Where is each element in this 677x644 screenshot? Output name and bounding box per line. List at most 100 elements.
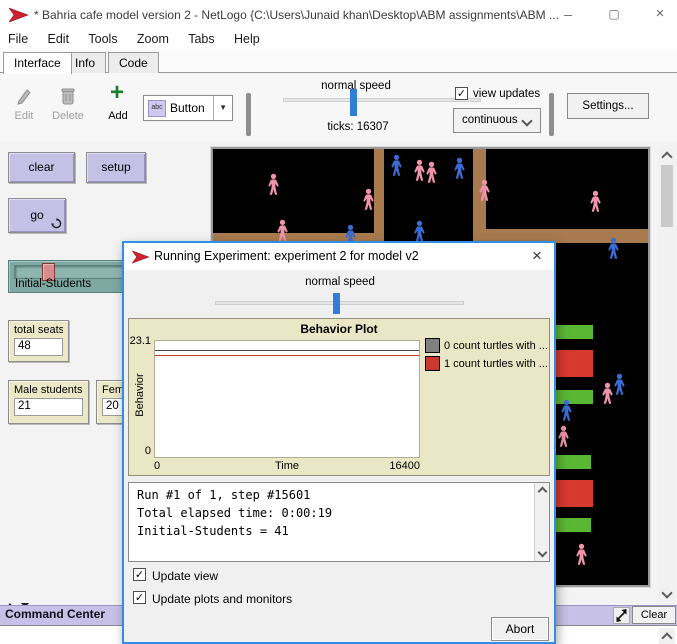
dialog-speed-label: normal speed [285, 276, 395, 288]
monitor-value: 48 [14, 338, 63, 356]
command-clear-button[interactable]: Clear [632, 606, 676, 624]
run-output-box[interactable]: Run #1 of 1, step #15601Total elapsed ti… [128, 482, 550, 562]
ticks-counter: ticks: 16307 [298, 121, 418, 133]
monitor-label: Male students [14, 384, 83, 396]
setup-button[interactable]: setup [86, 152, 146, 183]
minimize-button[interactable]: – [552, 0, 584, 30]
legend-label: 1 count turtles with ... [444, 358, 548, 370]
dialog-title-bar: Running Experiment: experiment 2 for mod… [124, 243, 554, 270]
person-male [612, 373, 627, 397]
settings-button[interactable]: Settings... [567, 93, 649, 119]
go-button[interactable]: go [8, 198, 66, 233]
y-axis-label: Behavior [134, 360, 146, 430]
forever-loop-icon [51, 218, 62, 229]
speed-slider-thumb[interactable] [350, 89, 357, 116]
person-female [574, 543, 589, 567]
menu-file[interactable]: File [0, 30, 36, 48]
scroll-down-button[interactable] [659, 586, 675, 602]
update-view-label: Update view [152, 569, 218, 583]
toolbar-separator [246, 93, 251, 136]
chevron-down-icon [521, 115, 532, 126]
netlogo-logo-icon [132, 250, 150, 264]
close-button[interactable]: × [644, 0, 676, 30]
edit-tool-label[interactable]: Edit [2, 110, 46, 122]
run-output-text: Run #1 of 1, step #15601Total elapsed ti… [137, 486, 531, 540]
update-mode-select[interactable]: continuous [453, 108, 541, 133]
scroll-up-button[interactable] [659, 147, 675, 163]
experiment-dialog: Running Experiment: experiment 2 for mod… [122, 241, 556, 644]
person-female [424, 161, 439, 185]
person-male [389, 154, 404, 178]
widget-type-dropdown[interactable]: abc Button ▼ [143, 95, 233, 121]
dialog-speed-thumb[interactable] [333, 293, 340, 314]
legend-entry-0: 0 count turtles with ... [425, 338, 548, 353]
plot-title: Behavior Plot [129, 322, 549, 336]
menu-edit[interactable]: Edit [40, 30, 78, 48]
plot-area [154, 340, 420, 458]
dialog-close-icon[interactable]: × [526, 245, 548, 267]
legend-swatch-gray [425, 338, 440, 353]
command-scroll-up[interactable] [659, 628, 675, 644]
update-plots-checkbox[interactable]: ✓ [133, 591, 146, 604]
menu-tabs[interactable]: Tabs [180, 30, 222, 48]
checkmark-icon: ✓ [135, 592, 144, 604]
tab-code[interactable]: Code [108, 52, 159, 73]
initial-students-slider[interactable]: Initial-Students [8, 260, 134, 293]
add-tool-label[interactable]: Add [96, 110, 140, 122]
output-scroll-up[interactable] [535, 483, 549, 497]
x-max-label: 16400 [154, 460, 420, 472]
dropdown-arrow-icon: ▼ [213, 96, 232, 120]
seat-free [553, 518, 591, 532]
toolbar: Edit Delete + Add abc Button ▼ normal sp… [0, 73, 677, 144]
menu-help[interactable]: Help [226, 30, 268, 48]
legend-entry-1: 1 count turtles with ... [425, 356, 548, 371]
seat-occupied [553, 480, 593, 507]
person-male [606, 237, 621, 261]
vertical-scrollbar[interactable] [659, 147, 675, 602]
view-updates-checkbox[interactable]: ✓ [455, 87, 468, 100]
person-female [361, 188, 376, 212]
checkmark-icon: ✓ [457, 88, 466, 100]
widget-type-value: Button [170, 101, 213, 115]
view-updates-label: view updates [473, 88, 540, 100]
person-female [266, 173, 281, 197]
tab-strip: Interface Info Code [0, 50, 677, 73]
plot-pen-gray [155, 350, 419, 351]
tab-interface[interactable]: Interface [3, 52, 72, 74]
scrollbar-thumb[interactable] [661, 165, 673, 227]
y-max-label: 23.1 [129, 335, 151, 347]
go-button-label: go [30, 208, 43, 222]
delete-tool-label[interactable]: Delete [46, 110, 90, 122]
person-female [556, 425, 571, 449]
maximize-button[interactable]: ▢ [598, 0, 630, 30]
edit-pencil-icon [15, 87, 32, 106]
monitor-value: 21 [14, 398, 83, 416]
output-scrollbar[interactable] [534, 483, 549, 561]
window-title: * Bahria cafe model version 2 - NetLogo … [34, 0, 559, 30]
monitor-male-students: Male students 21 [8, 380, 89, 424]
legend-swatch-red [425, 356, 440, 371]
seat-occupied [553, 350, 593, 377]
delete-trash-icon [60, 86, 76, 106]
output-scroll-down[interactable] [535, 547, 549, 561]
abort-button[interactable]: Abort [491, 617, 549, 641]
person-female [588, 190, 603, 214]
menu-bar: File Edit Tools Zoom Tabs Help [0, 30, 677, 50]
menu-tools[interactable]: Tools [80, 30, 125, 48]
update-view-checkbox[interactable]: ✓ [133, 568, 146, 581]
update-mode-value: continuous [462, 114, 518, 126]
menu-zoom[interactable]: Zoom [129, 30, 177, 48]
person-male [452, 157, 467, 181]
monitor-total-seats: total seats 48 [8, 320, 69, 362]
update-plots-label: Update plots and monitors [152, 592, 292, 606]
clear-button[interactable]: clear [8, 152, 75, 183]
checkmark-icon: ✓ [135, 569, 144, 581]
add-plus-icon: + [110, 83, 124, 103]
dialog-title: Running Experiment: experiment 2 for mod… [154, 243, 419, 270]
y-min-label: 0 [129, 445, 151, 457]
seat-free [553, 325, 593, 339]
resize-diagonal-icon[interactable] [613, 607, 630, 624]
title-bar: * Bahria cafe model version 2 - NetLogo … [0, 0, 677, 30]
speed-slider-track[interactable] [283, 98, 481, 102]
netlogo-window: * Bahria cafe model version 2 - NetLogo … [0, 0, 677, 644]
